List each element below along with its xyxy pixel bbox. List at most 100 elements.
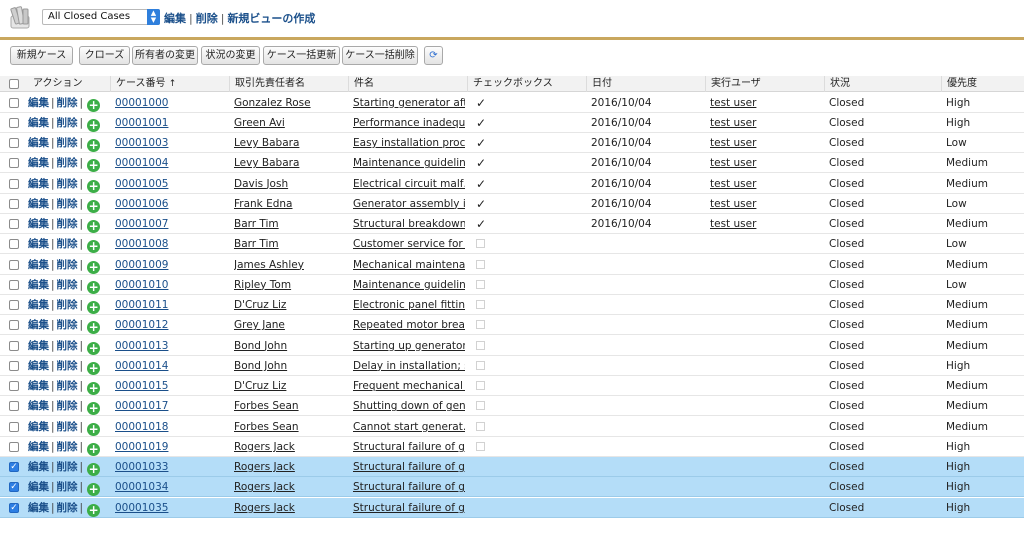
case-number-link[interactable]: 00001001 (115, 117, 168, 129)
subject-link[interactable]: Cannot start generat… (353, 421, 465, 433)
subject-link[interactable]: Mechanical maintena… (353, 259, 465, 271)
contact-link[interactable]: Bond John (234, 340, 287, 352)
contact-link[interactable]: Levy Babara (234, 137, 299, 149)
add-plus-icon[interactable]: + (87, 321, 101, 335)
row-delete-link[interactable]: 削除 (57, 400, 78, 412)
row-delete-link[interactable]: 削除 (57, 238, 78, 250)
subject-link[interactable]: Easy installation proc… (353, 137, 465, 149)
row-edit-link[interactable]: 編集 (28, 380, 49, 392)
row-delete-link[interactable]: 削除 (57, 461, 78, 473)
subject-link[interactable]: Structural failure of g… (353, 441, 465, 453)
mass-update-button[interactable]: ケース一括更新 (263, 46, 340, 65)
case-number-link[interactable]: 00001011 (115, 299, 168, 311)
row-edit-link[interactable]: 編集 (28, 299, 49, 311)
subject-link[interactable]: Maintenance guidelin… (353, 279, 465, 291)
add-plus-icon[interactable]: + (87, 422, 101, 436)
case-number-link[interactable]: 00001004 (115, 157, 168, 169)
subject-link[interactable]: Generator assembly i… (353, 198, 465, 210)
delete-view-link[interactable]: 削除 (196, 12, 218, 25)
row-select-checkbox[interactable] (9, 421, 19, 432)
col-subject[interactable]: 件名 (348, 76, 374, 92)
user-link[interactable]: test user (710, 178, 756, 190)
user-link[interactable]: test user (710, 117, 756, 129)
row-edit-link[interactable]: 編集 (28, 218, 49, 230)
contact-link[interactable]: Barr Tim (234, 238, 279, 250)
row-edit-link[interactable]: 編集 (28, 137, 49, 149)
contact-link[interactable]: Gonzalez Rose (234, 97, 311, 109)
contact-link[interactable]: Rogers Jack (234, 461, 295, 473)
row-select-checkbox[interactable] (9, 239, 19, 250)
contact-link[interactable]: Barr Tim (234, 218, 279, 230)
contact-link[interactable]: Rogers Jack (234, 481, 295, 493)
row-edit-link[interactable]: 編集 (28, 441, 49, 453)
row-delete-link[interactable]: 削除 (57, 97, 78, 109)
row-delete-link[interactable]: 削除 (57, 502, 78, 514)
contact-link[interactable]: Forbes Sean (234, 421, 299, 433)
add-plus-icon[interactable]: + (87, 382, 101, 395)
refresh-button[interactable]: ⟳ (424, 46, 443, 65)
contact-link[interactable]: D'Cruz Liz (234, 299, 286, 311)
row-delete-link[interactable]: 削除 (57, 259, 78, 271)
row-delete-link[interactable]: 削除 (57, 137, 78, 149)
contact-link[interactable]: Rogers Jack (234, 502, 295, 514)
add-plus-icon[interactable]: + (87, 361, 101, 375)
subject-link[interactable]: Structural failure of g… (353, 481, 465, 493)
subject-link[interactable]: Structural failure of g… (353, 502, 465, 514)
subject-link[interactable]: Electronic panel fittin… (353, 299, 465, 311)
change-owner-button[interactable]: 所有者の変更 (132, 46, 198, 65)
case-number-link[interactable]: 00001008 (115, 238, 168, 250)
row-delete-link[interactable]: 削除 (57, 279, 78, 291)
mass-delete-button[interactable]: ケース一括削除 (342, 46, 418, 65)
subject-link[interactable]: Performance inadequ… (353, 117, 465, 129)
add-plus-icon[interactable]: + (87, 240, 101, 254)
contact-link[interactable]: Green Avi (234, 117, 285, 129)
row-edit-link[interactable]: 編集 (28, 502, 49, 514)
row-edit-link[interactable]: 編集 (28, 117, 49, 129)
add-plus-icon[interactable]: + (87, 118, 101, 132)
contact-link[interactable]: Rogers Jack (234, 441, 295, 453)
row-select-checkbox[interactable] (9, 178, 19, 189)
case-number-link[interactable]: 00001007 (115, 218, 168, 230)
case-number-link[interactable]: 00001012 (115, 319, 168, 331)
view-select[interactable]: All Closed Cases ▲ ▼ (42, 9, 160, 25)
row-edit-link[interactable]: 編集 (28, 400, 49, 412)
create-view-link[interactable]: 新規ビューの作成 (227, 12, 315, 25)
row-delete-link[interactable]: 削除 (57, 380, 78, 392)
row-delete-link[interactable]: 削除 (57, 299, 78, 311)
contact-link[interactable]: Forbes Sean (234, 400, 299, 412)
case-number-link[interactable]: 00001006 (115, 198, 168, 210)
col-status[interactable]: 状況 (824, 76, 850, 92)
row-edit-link[interactable]: 編集 (28, 319, 49, 331)
row-select-checkbox[interactable] (9, 360, 19, 371)
row-select-checkbox[interactable]: ✓ (9, 502, 19, 513)
select-all-checkbox[interactable] (9, 79, 19, 89)
case-number-link[interactable]: 00001000 (115, 97, 168, 109)
row-delete-link[interactable]: 削除 (57, 178, 78, 190)
subject-link[interactable]: Structural failure of g… (353, 461, 465, 473)
col-case-number[interactable]: ケース番号 ↑ (110, 76, 176, 92)
row-edit-link[interactable]: 編集 (28, 360, 49, 372)
row-select-checkbox[interactable]: ✓ (9, 462, 19, 472)
case-number-link[interactable]: 00001013 (115, 340, 168, 352)
row-select-checkbox[interactable] (9, 401, 19, 412)
case-number-link[interactable]: 00001034 (115, 481, 168, 493)
row-edit-link[interactable]: 編集 (28, 178, 49, 190)
subject-link[interactable]: Starting up generator… (353, 340, 465, 352)
row-delete-link[interactable]: 削除 (57, 421, 78, 433)
row-select-checkbox[interactable]: ✓ (9, 482, 19, 493)
contact-link[interactable]: Levy Babara (234, 157, 299, 169)
row-edit-link[interactable]: 編集 (28, 97, 49, 109)
subject-link[interactable]: Frequent mechanical … (353, 380, 465, 392)
contact-link[interactable]: Bond John (234, 360, 287, 372)
row-select-checkbox[interactable] (9, 219, 19, 229)
add-plus-icon[interactable]: + (87, 483, 101, 497)
row-delete-link[interactable]: 削除 (57, 340, 78, 352)
contact-link[interactable]: D'Cruz Liz (234, 380, 286, 392)
col-date[interactable]: 日付 (586, 76, 612, 92)
add-plus-icon[interactable]: + (87, 220, 101, 233)
row-select-checkbox[interactable] (9, 158, 19, 169)
subject-link[interactable]: Electrical circuit malf… (353, 178, 465, 190)
row-select-checkbox[interactable] (9, 279, 19, 290)
case-number-link[interactable]: 00001010 (115, 279, 168, 291)
add-plus-icon[interactable]: + (87, 139, 101, 152)
